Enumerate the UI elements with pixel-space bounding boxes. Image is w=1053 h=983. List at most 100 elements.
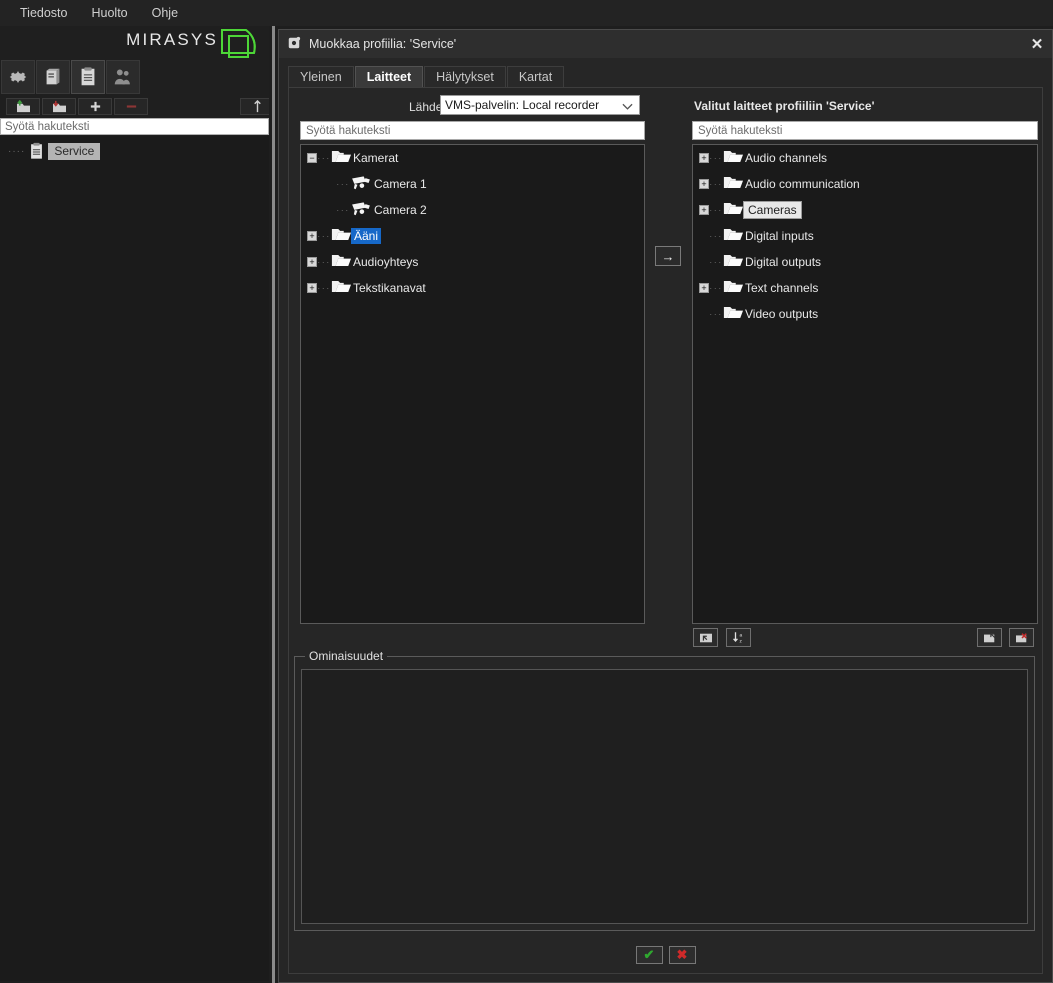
sidebar-toolbar [0,58,270,96]
right-search-input[interactable]: Syötä hakuteksti [692,121,1038,140]
selected-devices-tree[interactable]: + ··· Audio channels + ··· Audio communi… [692,144,1038,624]
tree-row-label: Video outputs [743,307,820,321]
menu-huolto[interactable]: Huolto [79,2,139,24]
tree-row-label: Audioyhteys [351,255,420,269]
available-devices-tree[interactable]: − ··· Kamerat ··· [300,144,645,624]
tree-connector-dots: ··· [317,257,331,267]
tree-row[interactable]: + ··· Audio communication [693,171,1037,197]
add-all-devices-icon[interactable] [693,628,718,647]
folder-open-icon [723,227,743,245]
tree-row-label: Kamerat [351,151,400,165]
tree-row[interactable]: ··· Camera 2 [301,197,644,223]
tree-row[interactable]: ··· Digital outputs [693,249,1037,275]
profiles-clipboard-icon[interactable] [71,60,105,94]
tab-halytykset[interactable]: Hälytykset [424,66,506,88]
add-group-icon[interactable] [977,628,1002,647]
tree-row-label: Text channels [743,281,820,295]
expander-plus-icon[interactable]: + [307,257,317,267]
expander-placeholder [699,309,709,319]
remove-profile-icon[interactable] [114,98,148,115]
tree-row-label: Tekstikanavat [351,281,428,295]
tree-row[interactable]: + ··· Tekstikanavat [301,275,644,301]
brand-bar: MIRASYS [0,26,270,58]
tree-row-label: Ääni [351,228,381,244]
expander-plus-icon[interactable]: + [307,283,317,293]
properties-group-title: Ominaisuudet [305,649,387,663]
expander-plus-icon[interactable]: + [307,231,317,241]
arrow-right-icon: → [662,250,675,263]
dialog-button-row: ✔ ✖ [289,945,1042,965]
expander-placeholder [699,231,709,241]
selected-devices-header: Valitut laitteet profiiliin 'Service' [694,99,874,113]
expander-plus-icon[interactable]: + [699,153,709,163]
tree-connector-dots: ··· [317,231,331,241]
tree-connector-dots: ··· [709,309,723,319]
tree-connector-dots: ··· [336,205,350,215]
application-window: Tiedosto Huolto Ohje MIRASYS [0,0,1053,983]
tree-row[interactable]: + ··· Audioyhteys [301,249,644,275]
ok-button[interactable]: ✔ [636,946,663,964]
tree-connector-dots: ··· [709,283,723,293]
settings-gear-icon[interactable] [1,60,35,94]
source-combobox[interactable]: VMS-palvelin: Local recorder [440,95,640,115]
folder-open-icon [723,253,743,271]
tree-row[interactable]: − ··· Kamerat [301,145,644,171]
tree-row-label: Digital inputs [743,229,816,243]
cancel-button[interactable]: ✖ [669,946,696,964]
tree-row[interactable]: + ··· Audio channels [693,145,1037,171]
expander-placeholder [699,257,709,267]
sidebar-profile-tree: ···· Service [0,136,269,981]
tree-connector-dots: ··· [709,205,723,215]
menu-ohje[interactable]: Ohje [140,2,190,24]
add-profile-icon[interactable] [78,98,112,115]
sidebar-tree-item-service[interactable]: ···· Service [8,142,100,160]
panel-splitter[interactable] [269,26,278,983]
tree-row-label: Camera 1 [372,177,429,191]
tree-row-label: Digital outputs [743,255,823,269]
dialog-tab-strip: Yleinen Laitteet Hälytykset Kartat [288,65,564,88]
brand-name: MIRASYS [126,30,218,50]
camera-icon [350,175,372,194]
tab-kartat[interactable]: Kartat [507,66,564,88]
left-search-input[interactable]: Syötä hakuteksti [300,121,645,140]
tab-yleinen[interactable]: Yleinen [288,66,354,88]
expander-plus-icon[interactable]: + [699,179,709,189]
sort-alphabetical-icon[interactable]: a z [726,628,751,647]
tree-connector-dots: ··· [336,179,350,189]
expander-minus-icon[interactable]: − [307,153,317,163]
sidebar-search-input[interactable]: Syötä hakuteksti [0,118,269,135]
tree-row[interactable]: + ··· Ääni [301,223,644,249]
tree-row[interactable]: ··· Video outputs [693,301,1037,327]
users-icon[interactable] [106,60,140,94]
tree-row[interactable]: ··· Digital inputs [693,223,1037,249]
move-right-button[interactable]: → [655,246,681,266]
menu-bar: Tiedosto Huolto Ohje [0,0,1053,26]
folder-open-icon [331,227,351,245]
chevron-down-icon [622,100,633,114]
dialog-title-bar[interactable]: Muokkaa profiilia: 'Service' ✕ [279,30,1052,58]
menu-tiedosto[interactable]: Tiedosto [8,2,79,24]
tree-row[interactable]: ··· Camera 1 [301,171,644,197]
tree-connector-dots: ··· [709,257,723,267]
folder-open-icon [331,149,351,167]
clipboard-icon [28,142,45,160]
remove-device-icon[interactable] [1009,628,1034,647]
tab-laitteet[interactable]: Laitteet [355,66,423,88]
export-profile-icon[interactable] [42,98,76,115]
close-icon[interactable]: ✕ [1026,33,1048,55]
tree-connector-dots: ··· [709,231,723,241]
expander-plus-icon[interactable]: + [699,283,709,293]
folder-open-icon [723,279,743,297]
tree-row[interactable]: + ··· Text channels [693,275,1037,301]
folder-open-icon [723,175,743,193]
tree-row[interactable]: + ··· Cameras [693,197,1037,223]
properties-group: Ominaisuudet [294,656,1035,931]
expander-plus-icon[interactable]: + [699,205,709,215]
import-profile-icon[interactable] [6,98,40,115]
tree-row-label: Audio channels [743,151,829,165]
server-icon[interactable] [36,60,70,94]
tree-row-label: Audio communication [743,177,862,191]
svg-text:z: z [739,639,742,644]
source-combobox-value: VMS-palvelin: Local recorder [445,98,599,112]
folder-open-icon [723,305,743,323]
